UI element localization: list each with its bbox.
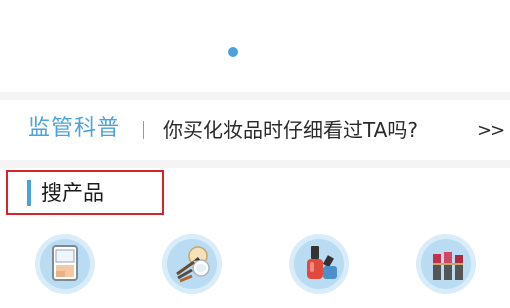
news-brand-label: 监管科普 [28,116,121,141]
banner-carousel[interactable] [0,0,510,92]
news-more-link[interactable]: >> [477,117,505,145]
carousel-indicator-dot[interactable] [228,47,238,57]
category-lipstick[interactable] [416,234,476,294]
section-title-bar [27,180,31,206]
makeup-brushes-icon [176,246,210,283]
nail-polish-icon [307,246,337,279]
compact-powder-icon [52,245,78,281]
lipstick-icon [433,252,463,280]
category-compact-powder[interactable] [35,234,95,294]
section-title: 搜产品 [41,181,104,205]
category-nail-polish[interactable] [289,234,349,294]
news-separator [143,121,144,139]
news-headline-link[interactable]: 你买化妆品时仔细看过TA吗? [163,116,418,144]
category-makeup-brushes[interactable] [162,234,222,294]
